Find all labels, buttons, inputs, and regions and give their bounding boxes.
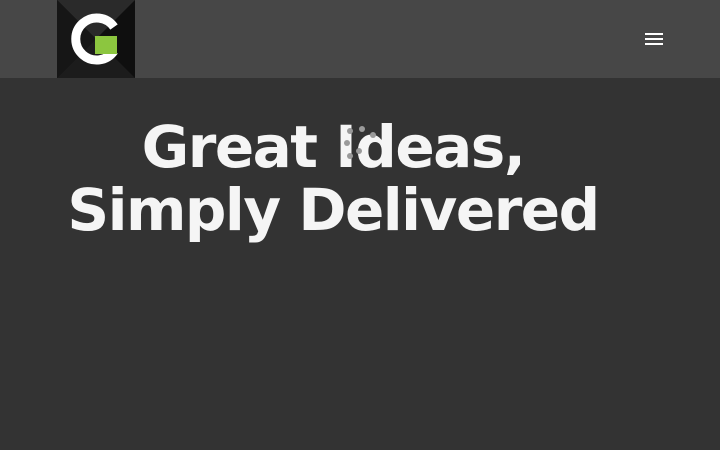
site-logo[interactable]: G bbox=[57, 0, 135, 78]
hero-headline: Great Ideas, Simply Delivered bbox=[0, 116, 666, 242]
logo-mark: G bbox=[57, 0, 135, 78]
dot bbox=[344, 140, 350, 146]
dot bbox=[347, 128, 353, 134]
dot bbox=[347, 153, 353, 159]
loading-dots-icon bbox=[343, 126, 379, 160]
dot bbox=[370, 132, 376, 138]
menu-bar bbox=[645, 38, 663, 40]
menu-bar bbox=[645, 33, 663, 35]
headline-line-2: Simply Delivered bbox=[67, 176, 600, 244]
headline-line-1: Great Ideas, bbox=[141, 113, 526, 181]
page: G Great Ideas, Simply Delivered bbox=[0, 0, 720, 450]
hamburger-menu-icon[interactable] bbox=[640, 27, 668, 51]
menu-bar bbox=[645, 43, 663, 45]
site-header: G bbox=[0, 0, 720, 78]
dot bbox=[356, 148, 362, 154]
hero-section: Great Ideas, Simply Delivered bbox=[0, 78, 720, 450]
dot bbox=[359, 126, 365, 132]
